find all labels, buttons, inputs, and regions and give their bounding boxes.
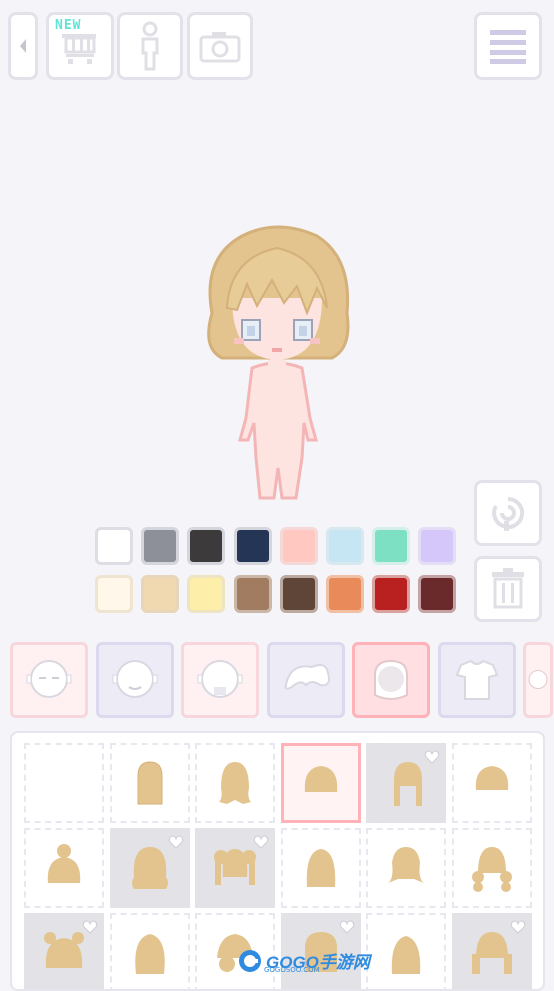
- hair-long-wavy-icon: [219, 762, 251, 804]
- heart-lock-icon: [510, 920, 525, 934]
- trash-icon: [492, 568, 524, 609]
- hair-item-messy[interactable]: [109, 913, 190, 989]
- hair-bob-short-icon: [475, 766, 508, 790]
- hair-item-long-wavy[interactable]: [195, 743, 275, 823]
- color-swatch[interactable]: [279, 575, 318, 613]
- body-button[interactable]: [117, 12, 183, 80]
- tab-face-eyes[interactable]: [10, 642, 88, 718]
- heart-lock-icon: [253, 835, 269, 849]
- tab-bangs[interactable]: [266, 642, 345, 718]
- hair-icon: [374, 659, 408, 700]
- color-swatch[interactable]: [95, 527, 133, 565]
- hair-item-bob-short[interactable]: [451, 743, 532, 823]
- color-swatch[interactable]: [279, 527, 318, 565]
- hair-medium-long-icon: [391, 936, 421, 974]
- hair-side-puffs-icon: [471, 847, 512, 892]
- color-swatch[interactable]: [233, 527, 272, 565]
- camera-icon: [199, 32, 241, 63]
- hair-bear-ears-icon: [44, 932, 84, 968]
- tab-top[interactable]: [437, 642, 516, 718]
- watermark-logo-icon: [239, 949, 261, 972]
- face-eyes-icon: [26, 660, 72, 698]
- character-body: [238, 361, 318, 500]
- back-arrow-icon: [20, 39, 26, 53]
- menu-icon: [490, 30, 526, 64]
- hair-medium-icon: [306, 849, 335, 887]
- heart-lock-icon: [339, 920, 354, 934]
- hair-item-curly-long[interactable]: [109, 828, 190, 908]
- hair-item-medium-long[interactable]: [366, 913, 446, 989]
- body-silhouette-icon: [141, 21, 159, 71]
- heart-lock-icon: [168, 835, 183, 849]
- color-swatch[interactable]: [372, 575, 411, 613]
- face-mouth-icon: [112, 660, 157, 698]
- color-swatch[interactable]: [326, 575, 364, 613]
- hair-bun-icon: [47, 844, 81, 883]
- color-swatch[interactable]: [187, 527, 226, 565]
- tab-face-blush[interactable]: [181, 642, 259, 718]
- color-swatch[interactable]: [372, 527, 411, 565]
- hair-item-bob[interactable]: [280, 743, 361, 823]
- hair-bob-icon: [304, 766, 337, 792]
- character-mouth: [272, 348, 282, 352]
- more-icon: [528, 670, 548, 689]
- hair-item-long[interactable]: [109, 743, 190, 823]
- tab-hair[interactable]: [352, 642, 430, 718]
- heart-lock-icon: [424, 750, 440, 764]
- color-swatch[interactable]: [95, 575, 133, 613]
- color-swatch[interactable]: [141, 527, 180, 565]
- hair-curly-long-icon: [131, 847, 168, 889]
- heart-lock-icon: [82, 920, 98, 934]
- hair-item-twin-buns[interactable]: [451, 913, 532, 989]
- hair-item-none[interactable]: [24, 743, 104, 823]
- color-swatch[interactable]: [418, 575, 457, 613]
- hair-item-bear-ears[interactable]: [24, 913, 104, 989]
- color-swatch[interactable]: [187, 575, 226, 613]
- watermark: GOGO手游网 GOGOSOO.COM: [238, 948, 370, 974]
- face-blush-icon: [197, 660, 243, 698]
- menu-button[interactable]: [474, 12, 542, 80]
- hair-item-bun[interactable]: [24, 828, 104, 908]
- trash-button[interactable]: [474, 556, 542, 622]
- shirt-icon: [455, 659, 498, 700]
- new-badge: NEW: [55, 18, 82, 33]
- hair-long-icon: [137, 761, 162, 805]
- rotate-icon: [492, 496, 525, 531]
- hair-twin-tails-icon: [214, 849, 256, 885]
- color-swatch[interactable]: [141, 575, 180, 613]
- hair-twin-buns-icon: [471, 932, 512, 974]
- bangs-icon: [284, 664, 330, 690]
- hair-braids-icon: [394, 762, 422, 806]
- hair-item-medium[interactable]: [280, 828, 361, 908]
- color-swatch[interactable]: [418, 527, 457, 565]
- hair-none-icon: [42, 758, 86, 808]
- hair-item-twin-tails[interactable]: [195, 828, 275, 908]
- character-preview: [207, 225, 350, 500]
- color-swatch[interactable]: [233, 575, 272, 613]
- hair-item-flip[interactable]: [366, 828, 446, 908]
- hair-item-side-puffs[interactable]: [451, 828, 532, 908]
- hair-messy-icon: [134, 934, 165, 974]
- hair-flip-icon: [388, 847, 424, 883]
- tab-more[interactable]: [523, 642, 553, 718]
- color-swatch[interactable]: [326, 527, 364, 565]
- camera-button[interactable]: [187, 12, 253, 80]
- tab-face-mouth[interactable]: [95, 642, 174, 718]
- hair-item-braids[interactable]: [366, 743, 446, 823]
- back-button[interactable]: [8, 12, 38, 80]
- watermark-sub: GOGOSOO.COM: [264, 966, 320, 974]
- rotate-button[interactable]: [474, 480, 542, 546]
